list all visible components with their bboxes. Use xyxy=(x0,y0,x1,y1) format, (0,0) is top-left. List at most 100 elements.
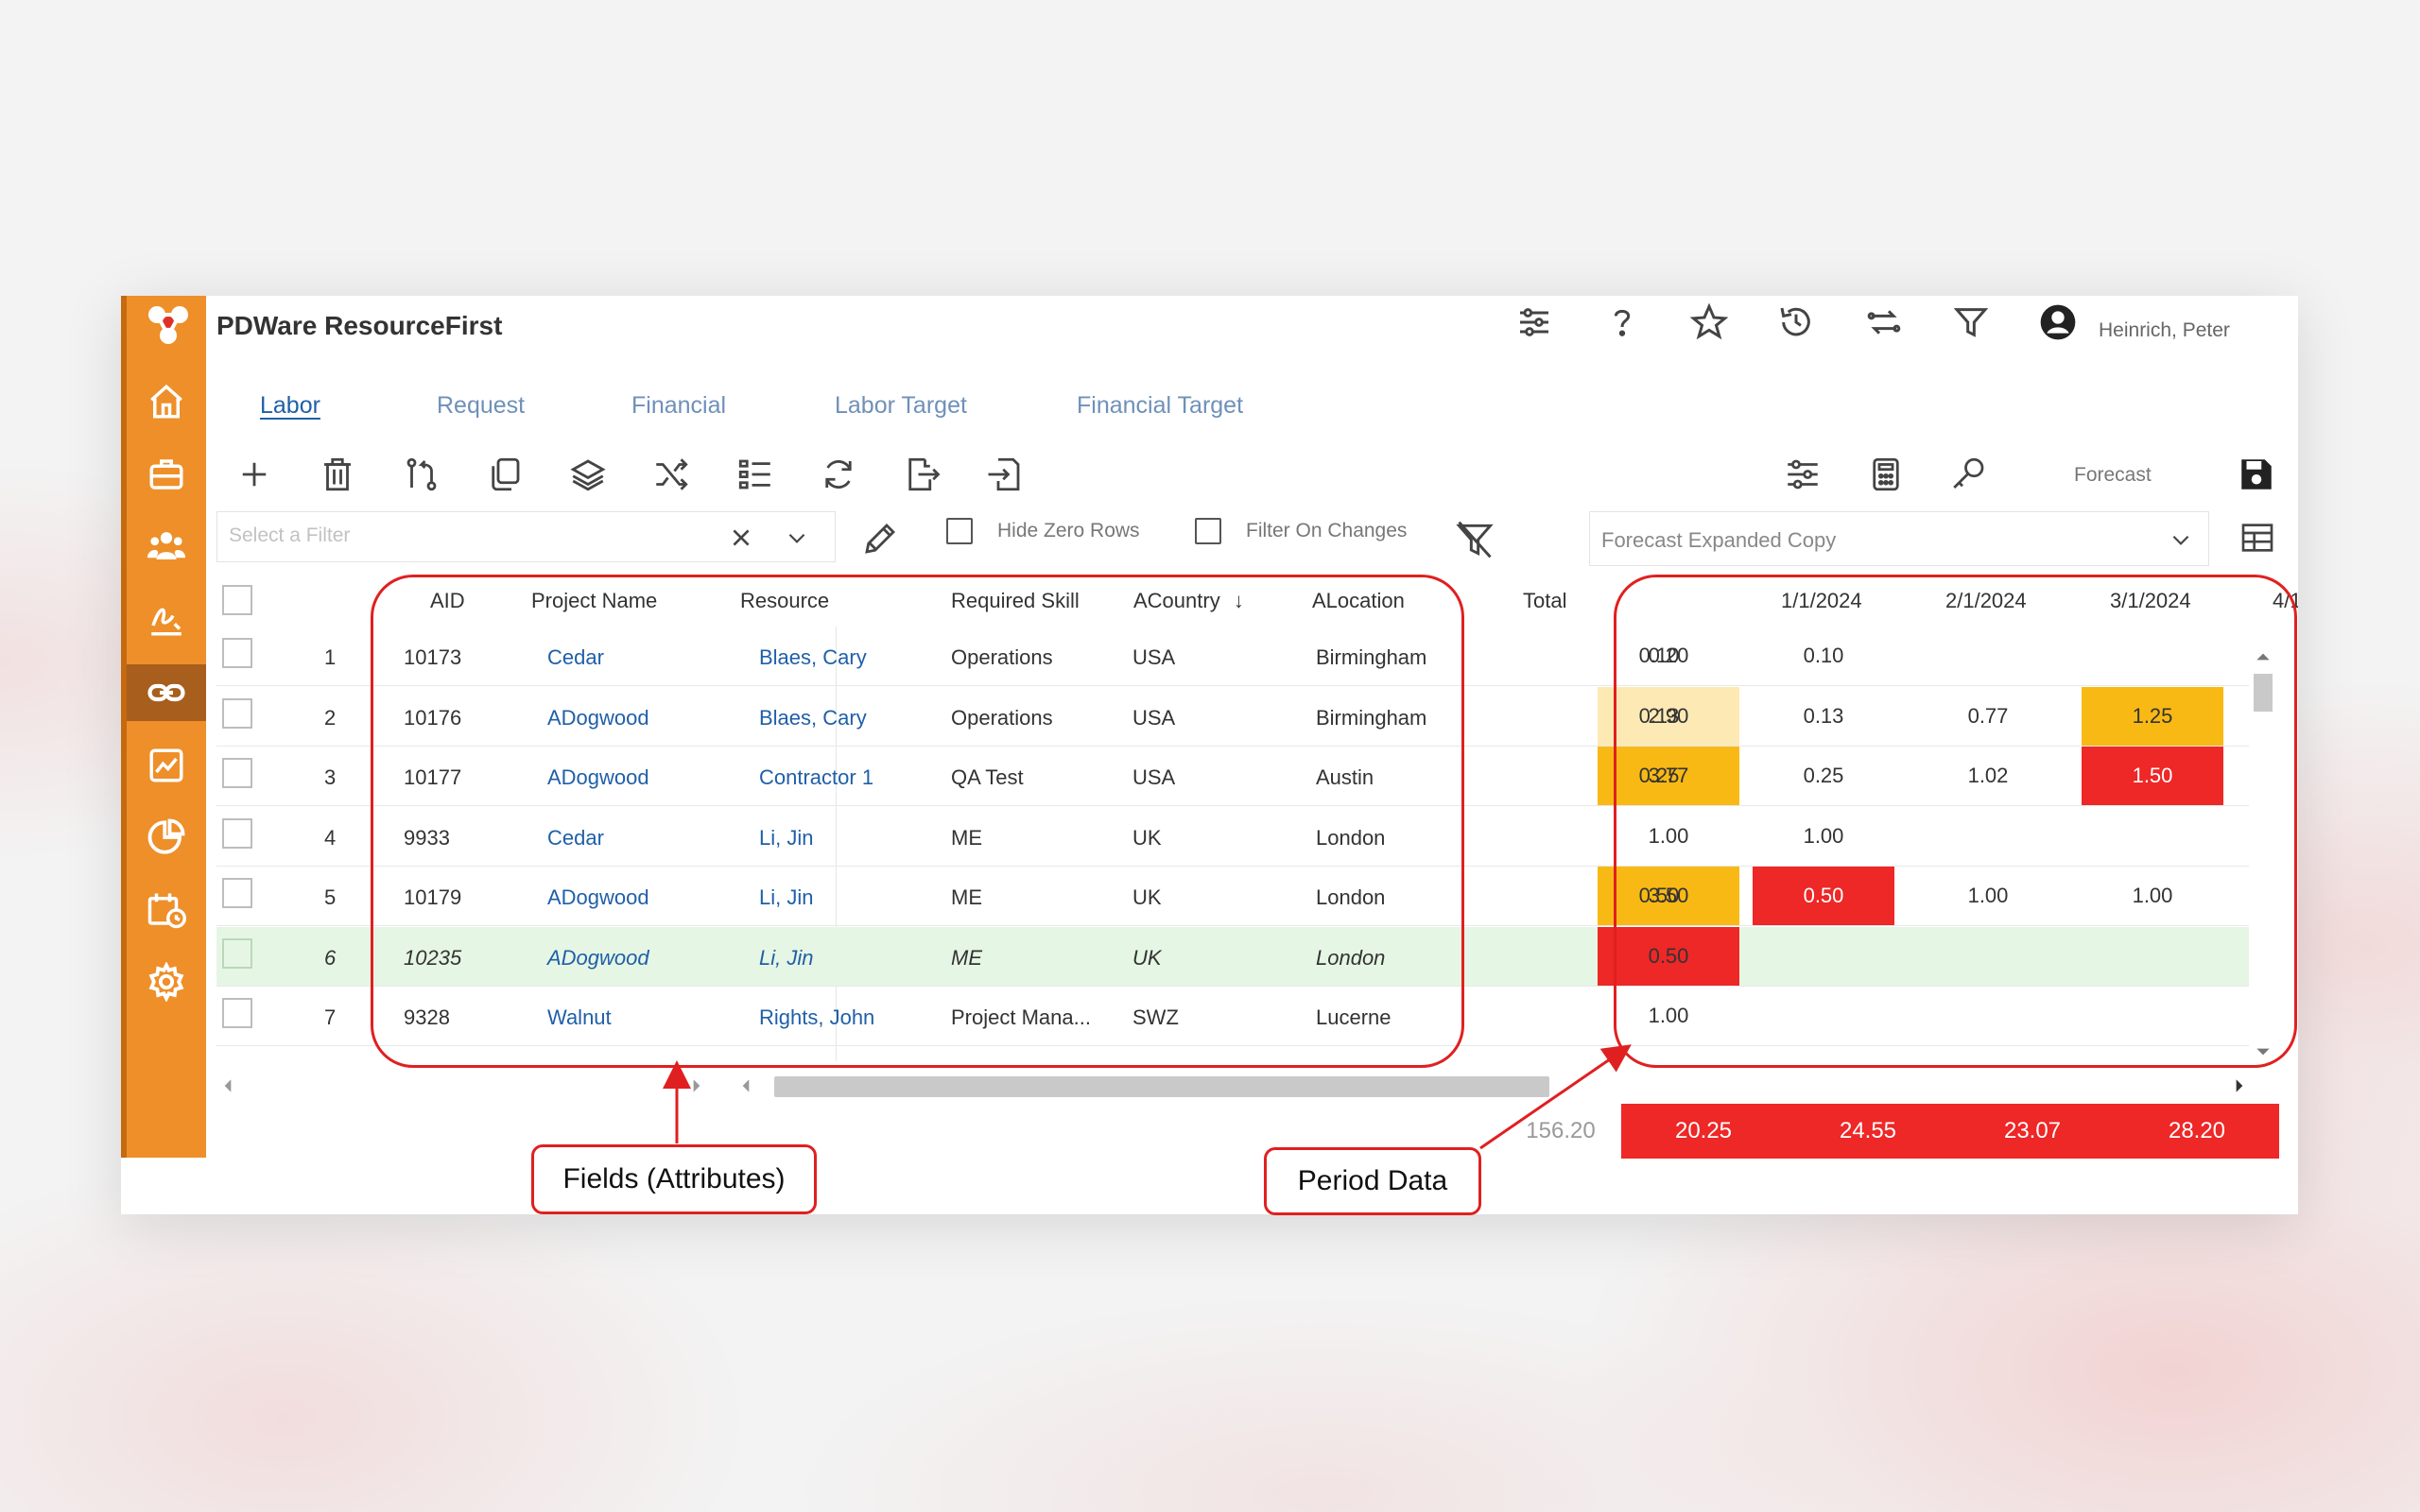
import-button[interactable] xyxy=(985,455,1025,494)
chevron-down-icon[interactable] xyxy=(785,525,809,550)
row-number: 1 xyxy=(324,645,337,669)
clear-icon[interactable] xyxy=(729,525,753,550)
horizontal-scrollbar[interactable] xyxy=(216,1073,2249,1099)
scroll-left-icon[interactable] xyxy=(218,1076,237,1095)
list-icon xyxy=(738,459,770,490)
period-total-4: 28.20 xyxy=(2115,1104,2279,1159)
sidebar-item-reports[interactable] xyxy=(127,809,206,866)
link-icon xyxy=(147,683,185,702)
sidebar-item-analytics[interactable] xyxy=(127,737,206,794)
grand-total: 156.20 xyxy=(1526,1118,1596,1143)
tab-financial-target[interactable]: Financial Target xyxy=(1077,392,1243,420)
swap-icon xyxy=(1867,310,1901,335)
sidebar-item-home[interactable] xyxy=(127,373,206,430)
shuffle-button[interactable] xyxy=(651,455,691,494)
row-number: 4 xyxy=(324,825,337,850)
scroll-left-icon[interactable] xyxy=(736,1076,755,1095)
tab-financial[interactable]: Financial xyxy=(631,392,726,420)
favorites-button[interactable] xyxy=(1689,302,1729,341)
period-total-1: 20.25 xyxy=(1621,1104,1786,1159)
row-checkbox[interactable] xyxy=(222,758,252,788)
calculator-button[interactable] xyxy=(1866,455,1906,494)
swap-button[interactable] xyxy=(1865,303,1903,341)
row-number: 2 xyxy=(324,705,337,730)
sidebar xyxy=(121,296,206,1158)
app-title: PDWare ResourceFirst xyxy=(216,311,503,340)
sliders-icon xyxy=(1520,308,1548,336)
clear-filter-icon[interactable] xyxy=(1454,519,1495,560)
pencil-icon[interactable] xyxy=(860,519,900,558)
add-button[interactable] xyxy=(234,455,274,494)
refresh-icon xyxy=(825,460,852,489)
filter-button[interactable] xyxy=(1952,303,1990,341)
hide-zero-rows-checkbox[interactable] xyxy=(946,518,973,544)
filter-on-changes-label: Filter On Changes xyxy=(1246,520,1408,541)
add-icon xyxy=(242,462,267,487)
col-total[interactable]: Total xyxy=(1523,589,1566,613)
row-checkbox[interactable] xyxy=(222,998,252,1028)
filter-input[interactable] xyxy=(227,524,703,548)
fields-callout: Fields (Attributes) xyxy=(531,1144,817,1214)
sidebar-item-resources[interactable] xyxy=(127,518,206,575)
sidebar-item-links[interactable] xyxy=(127,664,206,721)
filter-on-changes-checkbox[interactable] xyxy=(1195,518,1221,544)
export-icon xyxy=(908,457,941,491)
sidebar-item-projects[interactable] xyxy=(127,446,206,503)
row-checkbox[interactable] xyxy=(222,638,252,668)
key-button[interactable] xyxy=(1949,455,1989,494)
period-total-2: 24.55 xyxy=(1786,1104,1950,1159)
tab-labor[interactable]: Labor xyxy=(260,392,320,420)
history-icon xyxy=(1780,307,1810,336)
row-checkbox[interactable] xyxy=(222,817,252,849)
refresh-button[interactable] xyxy=(819,455,858,494)
settings-sliders-button[interactable] xyxy=(1515,303,1553,341)
row-checkbox[interactable] xyxy=(222,697,252,729)
view-select-value: Forecast Expanded Copy xyxy=(1601,528,1837,552)
scroll-right-icon[interactable] xyxy=(2230,1076,2249,1095)
compare-button[interactable] xyxy=(402,455,441,494)
delete-button[interactable] xyxy=(318,455,357,494)
select-all-checkbox[interactable] xyxy=(222,585,252,615)
home-icon xyxy=(150,384,182,419)
pdware-logo xyxy=(148,306,188,344)
list-button[interactable] xyxy=(735,455,775,494)
sidebar-item-schedule[interactable] xyxy=(127,882,206,938)
export-button[interactable] xyxy=(902,455,942,494)
star-icon xyxy=(1689,302,1729,340)
gear-icon xyxy=(148,962,184,1002)
copy-button[interactable] xyxy=(485,455,525,494)
period-annotation-oval xyxy=(1614,575,2297,1068)
period-total-3: 23.07 xyxy=(1950,1104,2115,1159)
hide-zero-rows-option[interactable]: Hide Zero Rows xyxy=(946,518,1140,544)
user-name[interactable]: Heinrich, Peter xyxy=(2099,319,2230,342)
shuffle-icon xyxy=(656,458,688,490)
sidebar-item-approvals[interactable] xyxy=(127,591,206,647)
filter-select[interactable] xyxy=(216,511,836,562)
help-button[interactable] xyxy=(1603,303,1641,341)
filter-on-changes-option[interactable]: Filter On Changes xyxy=(1195,518,1407,544)
user-avatar-icon xyxy=(2040,304,2076,340)
save-button[interactable] xyxy=(2237,455,2276,494)
sidebar-item-settings[interactable] xyxy=(127,954,206,1010)
row-checkbox[interactable] xyxy=(222,937,252,969)
chevron-down-icon[interactable] xyxy=(2169,527,2193,552)
tab-request[interactable]: Request xyxy=(437,392,525,420)
row-number: 7 xyxy=(324,1005,337,1029)
user-avatar[interactable] xyxy=(2039,303,2077,341)
scroll-right-icon[interactable] xyxy=(687,1076,706,1095)
history-button[interactable] xyxy=(1777,303,1815,341)
forecast-label: Forecast xyxy=(2074,464,2152,486)
layers-button[interactable] xyxy=(568,455,608,494)
compare-icon xyxy=(406,457,437,491)
horizontal-scrollbar-thumb[interactable] xyxy=(774,1076,1549,1097)
calculator-icon xyxy=(1873,457,1899,491)
key-icon xyxy=(1953,457,1984,489)
table-view-icon[interactable] xyxy=(2238,519,2276,557)
fields-annotation-oval xyxy=(371,575,1464,1068)
grid-settings-button[interactable] xyxy=(1783,455,1823,494)
view-select[interactable]: Forecast Expanded Copy xyxy=(1589,511,2209,566)
period-callout: Period Data xyxy=(1264,1147,1481,1215)
row-checkbox[interactable] xyxy=(222,878,252,908)
tab-labor-target[interactable]: Labor Target xyxy=(835,392,967,420)
chart-line-icon xyxy=(149,748,183,782)
